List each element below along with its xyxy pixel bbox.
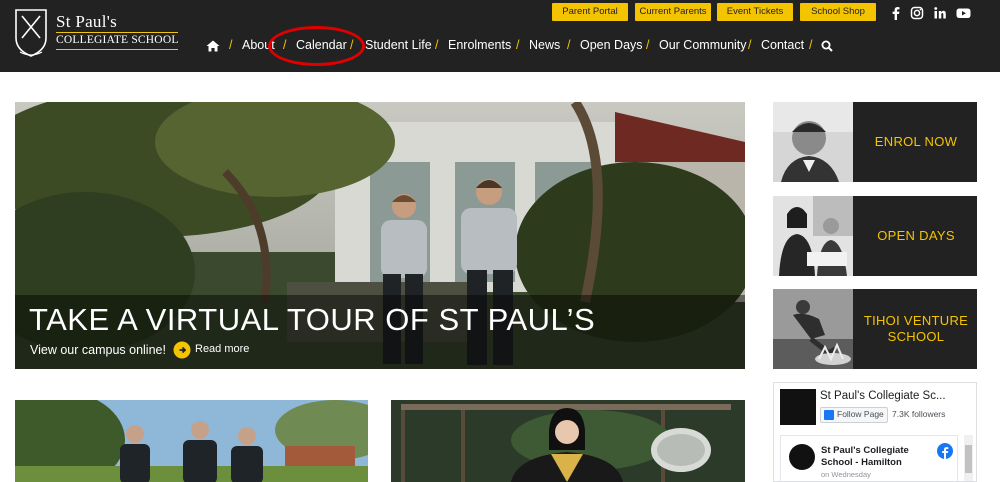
fb-page-thumbnail[interactable] [780, 389, 816, 425]
logo-name: St Paul's [56, 12, 118, 31]
hero-banner[interactable]: TAKE A VIRTUAL TOUR OF ST PAUL’S View ou… [15, 102, 745, 369]
annotation-circle [268, 26, 365, 66]
youtube-icon[interactable] [956, 6, 971, 20]
news-card-music[interactable] [391, 400, 745, 482]
fb-follow-label: Follow Page [837, 409, 884, 419]
site-header: St Paul's COLLEGIATE SCHOOL Parent Porta… [0, 0, 1000, 72]
nav-separator: / [646, 38, 650, 52]
nav-separator: / [229, 38, 233, 52]
promo-tile-open-days[interactable]: OPEN DAYS [773, 196, 977, 276]
nav-item-student-life[interactable]: Student Life [365, 38, 432, 52]
student-music-photo [391, 400, 745, 482]
students-classroom-photo [773, 196, 853, 276]
nav-item-open-days[interactable]: Open Days [580, 38, 643, 52]
hero-title: TAKE A VIRTUAL TOUR OF ST PAUL’S [29, 302, 596, 337]
fb-post-avatar[interactable] [789, 444, 815, 470]
event-tickets-button[interactable]: Event Tickets [717, 3, 793, 21]
main-nav: / About / Calendar / Student Life / Enro… [0, 36, 1000, 58]
facebook-widget: St Paul's Collegiate Sc... Follow Page 7… [773, 382, 977, 482]
fb-post-author[interactable]: St Paul's Collegiate School - Hamilton [821, 445, 931, 469]
linkedin-icon[interactable] [933, 6, 947, 20]
promo-tile-label: ENROL NOW [874, 134, 958, 149]
instagram-icon[interactable] [910, 6, 924, 20]
outdoor-activity-photo [773, 289, 853, 369]
nav-separator: / [809, 38, 813, 52]
parent-portal-button[interactable]: Parent Portal [552, 3, 628, 21]
home-icon[interactable] [206, 40, 220, 52]
current-parents-button[interactable]: Current Parents [635, 3, 711, 21]
nav-item-enrolments[interactable]: Enrolments [448, 38, 511, 52]
facebook-icon[interactable] [889, 6, 903, 20]
nav-separator: / [567, 38, 571, 52]
page: St Paul's COLLEGIATE SCHOOL Parent Porta… [0, 0, 1000, 482]
hero-subtitle: View our campus online! [30, 343, 166, 357]
students-outdoor-photo [15, 400, 368, 482]
promo-tile-label: OPEN DAYS [877, 228, 955, 243]
fb-followers-count: 7.3K followers [892, 409, 946, 419]
fb-post-time: on Wednesday [821, 470, 871, 479]
school-shop-button[interactable]: School Shop [800, 3, 876, 21]
nav-separator: / [516, 38, 520, 52]
promo-tile-label: TIHOI VENTURE SCHOOL [863, 313, 969, 344]
nav-separator: / [435, 38, 439, 52]
arrow-circle-icon [173, 341, 191, 359]
fb-page-name[interactable]: St Paul's Collegiate Sc... [820, 390, 970, 402]
read-more-label: Read more [195, 343, 250, 355]
promo-tile-enrol-now[interactable]: ENROL NOW [773, 102, 977, 182]
student-portrait-photo [773, 102, 853, 182]
nav-separator: / [748, 38, 752, 52]
nav-item-contact[interactable]: Contact [761, 38, 804, 52]
logo-rule [56, 32, 178, 33]
fb-follow-button[interactable]: Follow Page [820, 407, 888, 423]
promo-tile-tihoi[interactable]: TIHOI VENTURE SCHOOL [773, 289, 977, 369]
fb-scrollbar-thumb[interactable] [965, 445, 972, 473]
news-card-students[interactable] [15, 400, 368, 482]
fb-scrollbar[interactable] [964, 435, 973, 481]
search-icon[interactable] [821, 40, 833, 52]
nav-item-our-community[interactable]: Our Community [659, 38, 747, 52]
facebook-logo-icon [937, 443, 953, 459]
nav-item-news[interactable]: News [529, 38, 560, 52]
fb-post[interactable]: St Paul's Collegiate School - Hamilton o… [780, 435, 958, 481]
facebook-icon [824, 410, 834, 420]
